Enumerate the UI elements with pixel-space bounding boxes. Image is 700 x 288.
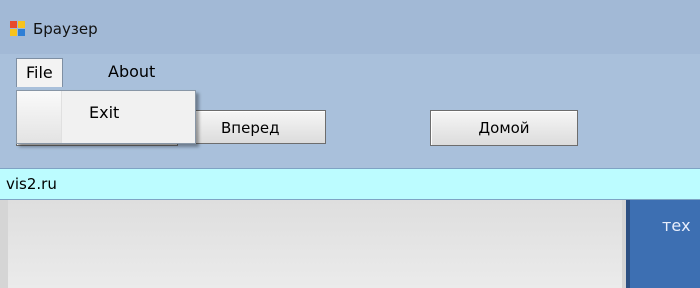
web-panel-text: тех [662,216,691,235]
title-bar: Браузер [0,0,700,54]
window-title: Браузер [33,20,98,38]
menu-file[interactable]: File [16,58,63,87]
web-side-panel: тех [626,200,700,288]
menu-item-exit[interactable]: Exit [89,103,119,122]
home-button[interactable]: Домой [430,110,578,146]
forward-button[interactable]: Вперед [186,110,326,144]
menu-icon-gutter [17,91,62,143]
address-bar[interactable]: vis2.ru [0,168,700,200]
browser-client-area: File About Вперед Домой Exit [0,54,700,168]
menu-about[interactable]: About [99,58,164,86]
web-view: тех [0,200,700,288]
file-dropdown-menu: Exit [16,90,196,144]
menu-bar: File About [0,54,700,90]
web-content-area [8,200,622,288]
app-window-icon [10,21,25,36]
